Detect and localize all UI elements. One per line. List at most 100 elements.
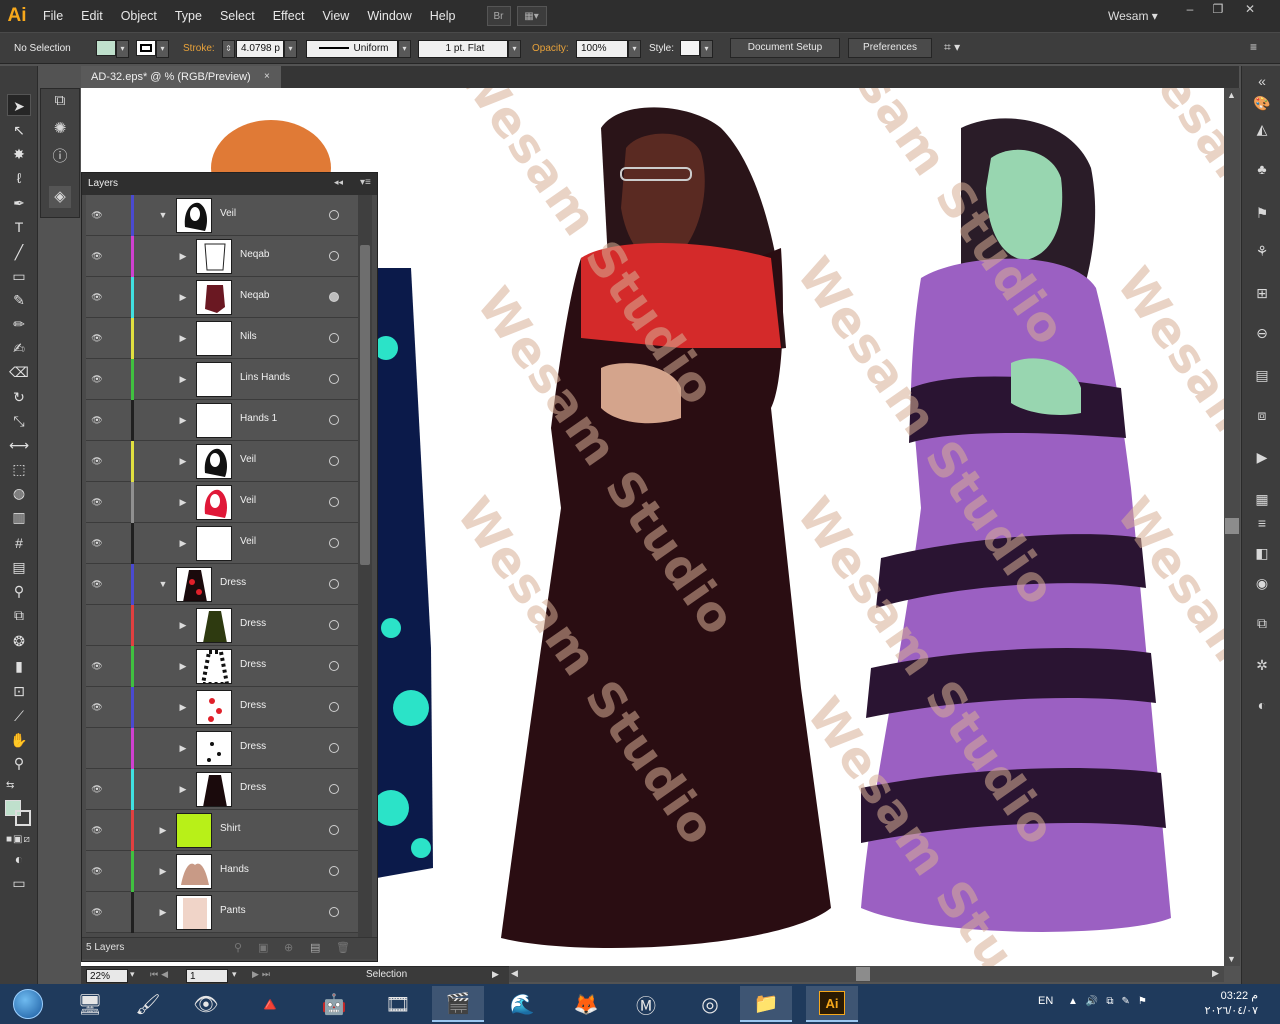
visibility-eye-icon[interactable] (90, 741, 104, 755)
visibility-eye-icon[interactable]: 👁 (90, 454, 104, 468)
lasso-tool-icon[interactable]: ℓ (7, 167, 31, 189)
visibility-eye-icon[interactable]: 👁 (90, 864, 104, 878)
document-setup-button[interactable]: Document Setup (730, 38, 840, 58)
layers-panel-icon[interactable]: ◈ (49, 186, 71, 208)
layer-name[interactable]: Dress (240, 659, 266, 670)
taskbar-illustrator-icon[interactable]: Ai (806, 986, 858, 1022)
opacity-label[interactable]: Opacity: (532, 43, 569, 54)
expand-arrow-icon[interactable]: ▶ (178, 372, 188, 386)
eraser-tool-icon[interactable]: ⌫ (7, 361, 31, 383)
blob-brush-tool-icon[interactable]: ✍ (7, 337, 31, 359)
expand-arrow-icon[interactable]: ▶ (178, 331, 188, 345)
tray-clock[interactable]: 03:22 م ٢٠٢٦/٠٤/٠٧ (1196, 989, 1258, 1019)
panel-menu-icon[interactable]: ≡ (1250, 40, 1257, 54)
expand-arrow-icon[interactable]: ▶ (178, 782, 188, 796)
graphic-styles-icon[interactable]: ⚘ (1251, 240, 1273, 262)
visibility-eye-icon[interactable]: 👁 (90, 700, 104, 714)
symbols-panel-icon[interactable]: ⚑ (1251, 202, 1273, 224)
menu-effect[interactable]: Effect (264, 0, 314, 32)
layer-row[interactable]: 👁 ▶ Dress (86, 646, 358, 687)
visibility-eye-icon[interactable]: 👁 (90, 208, 104, 222)
layer-row[interactable]: 👁 ▼ Dress (86, 564, 358, 605)
swatches-panel-icon[interactable]: ▦ (1251, 488, 1273, 510)
appearance-icon[interactable]: ⧈ (1251, 404, 1273, 426)
visibility-eye-icon[interactable]: 👁 (90, 905, 104, 919)
free-transform-tool-icon[interactable]: ⬚ (7, 458, 31, 480)
layer-name[interactable]: Dress (240, 741, 266, 752)
new-layer-icon[interactable]: ▤ (310, 941, 320, 954)
style-swatch[interactable] (680, 40, 700, 56)
layer-name[interactable]: Shirt (220, 823, 241, 834)
transparency-icon[interactable]: ▤ (1251, 364, 1273, 386)
scale-tool-icon[interactable]: ⤡ (7, 410, 31, 432)
shape-builder-tool-icon[interactable]: ◍ (7, 482, 31, 504)
visibility-eye-icon[interactable]: 👁 (90, 823, 104, 837)
fill-dropdown-icon[interactable]: ▾ (116, 40, 129, 58)
magic-wand-tool-icon[interactable]: ✸ (7, 143, 31, 165)
visibility-eye-icon[interactable]: 👁 (90, 536, 104, 550)
expand-arrow-icon[interactable]: ▶ (158, 823, 168, 837)
zoom-field[interactable]: 22% (86, 969, 128, 983)
target-circle-icon[interactable] (329, 292, 339, 302)
maximize-button[interactable]: ❐ (1204, 2, 1232, 18)
vertical-scroll-thumb[interactable] (1225, 518, 1239, 534)
menu-help[interactable]: Help (421, 0, 465, 32)
layer-row[interactable]: ▶ Dress (86, 605, 358, 646)
scroll-down-icon[interactable]: ▼ (1227, 954, 1236, 964)
screen-mode-icon[interactable]: ▭ (7, 872, 31, 894)
layers-panel-title[interactable]: Layers (88, 178, 118, 189)
delete-layer-icon[interactable]: 🗑 (336, 941, 350, 954)
column-graph-tool-icon[interactable]: ▮ (7, 655, 31, 677)
stroke-label[interactable]: Stroke: (183, 43, 215, 54)
stroke-stepper-icon[interactable]: ⇕ (222, 40, 235, 58)
expand-arrow-icon[interactable]: ▶ (158, 864, 168, 878)
layer-row[interactable]: ▶ Dress (86, 728, 358, 769)
stroke-color-box[interactable] (15, 810, 31, 826)
current-tool-status[interactable]: Selection (366, 969, 407, 980)
scroll-right-icon[interactable]: ▶ (1212, 968, 1219, 979)
expand-arrow-icon[interactable]: ▶ (178, 413, 188, 427)
target-circle-icon[interactable] (329, 415, 339, 425)
blend-tool-icon[interactable]: ⧉ (7, 604, 31, 626)
layer-row[interactable]: 👁 ▶ Dress (86, 687, 358, 728)
taskbar-paint-icon[interactable]: 🖌 (122, 986, 174, 1022)
taskbar-robot-icon[interactable]: 🤖 (308, 986, 360, 1022)
layer-name[interactable]: Neqab (240, 249, 269, 260)
pen-tool-icon[interactable]: ✒ (7, 192, 31, 214)
rectangle-tool-icon[interactable]: ▭ (7, 265, 31, 287)
line-tool-icon[interactable]: ╱ (7, 241, 31, 263)
artboard-number-field[interactable]: 1 (186, 969, 228, 983)
layers-scroll-thumb[interactable] (360, 245, 370, 565)
taskbar-app-icon[interactable]: Ⓜ (620, 986, 672, 1022)
pathfinder-icon[interactable]: ⊖ (1251, 322, 1273, 344)
target-circle-icon[interactable] (329, 333, 339, 343)
new-sublayer-icon[interactable]: ⊕ (284, 941, 293, 954)
layer-row[interactable]: 👁 ▶ Neqab (86, 277, 358, 318)
layer-row[interactable]: 👁 ▶ Veil (86, 441, 358, 482)
layer-name[interactable]: Dress (240, 618, 266, 629)
perspective-grid-tool-icon[interactable]: ▥ (7, 506, 31, 528)
layers-panel-menu-icon[interactable]: ▾≡ (360, 177, 371, 188)
menu-edit[interactable]: Edit (72, 0, 112, 32)
stroke-profile-dropdown-icon[interactable]: ▾ (398, 40, 411, 58)
expand-arrow-icon[interactable]: ▶ (178, 700, 188, 714)
artboard-prev-icons[interactable]: ⏮◀ (150, 969, 171, 980)
expand-arrow-icon[interactable]: ▶ (178, 290, 188, 304)
stroke-dropdown-icon[interactable]: ▾ (156, 40, 169, 58)
collapse-dock-icon[interactable]: « (1251, 70, 1273, 92)
target-circle-icon[interactable] (329, 907, 339, 917)
zoom-tool-icon[interactable]: ⚲ (7, 752, 31, 774)
brushes-panel-icon[interactable]: ♣ (1251, 158, 1273, 180)
target-circle-icon[interactable] (329, 374, 339, 384)
expand-arrow-icon[interactable]: ▶ (178, 249, 188, 263)
target-circle-icon[interactable] (329, 784, 339, 794)
expand-arrow-icon[interactable]: ▶ (178, 618, 188, 632)
opacity-dropdown-icon[interactable]: ▾ (628, 40, 641, 58)
horizontal-scroll-thumb[interactable] (856, 967, 870, 981)
target-circle-icon[interactable] (329, 579, 339, 589)
menu-window[interactable]: Window (358, 0, 420, 32)
info-dock-icon[interactable]: ◐ (1251, 694, 1273, 716)
color-guide-icon[interactable]: ◭ (1251, 118, 1273, 140)
scroll-left-icon[interactable]: ◀ (511, 968, 518, 979)
preferences-button[interactable]: Preferences (848, 38, 932, 58)
